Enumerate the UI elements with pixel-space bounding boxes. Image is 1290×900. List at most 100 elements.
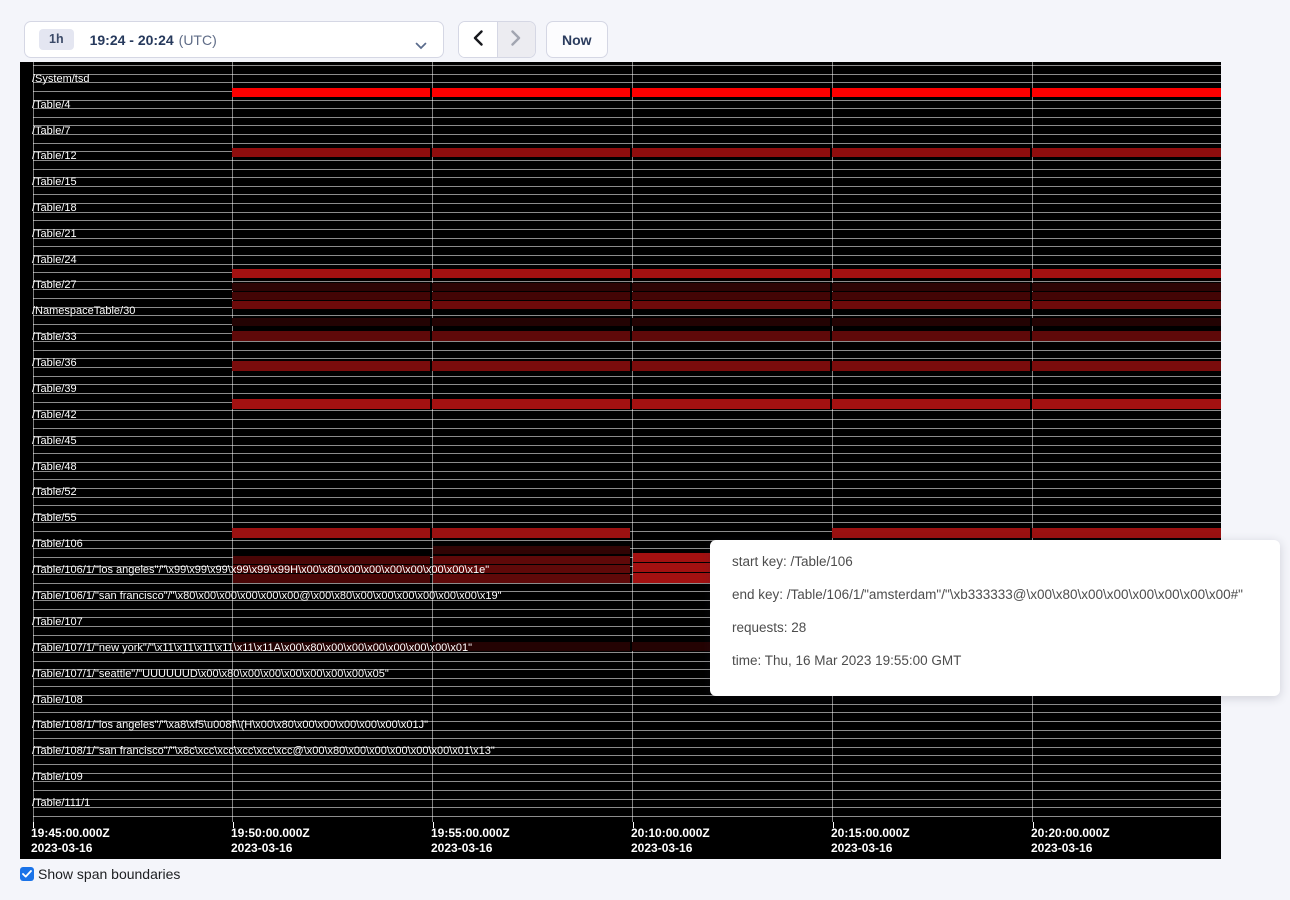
row-key-label: /NamespaceTable/30 [32, 305, 135, 317]
row-key-label: /Table/55 [32, 512, 77, 524]
chevron-right-icon [511, 30, 521, 49]
row-key-label: /Table/106/1/"los angeles"/"\x99\x99\x99… [32, 564, 489, 576]
heat-band [232, 283, 1221, 291]
row-key-label: /Table/108 [32, 694, 83, 706]
span-boundary-hline [33, 255, 1221, 256]
span-boundary-hline [33, 479, 1221, 480]
row-key-label: /Table/108/1/"san francisco"/"\x8c\xcc\x… [32, 745, 495, 757]
row-key-label: /Table/107/1/"seattle"/"UUUUUUD\x00\x80\… [32, 668, 389, 680]
span-boundary-hline [33, 264, 1221, 265]
row-key-label: /Table/48 [32, 461, 77, 473]
span-boundary-hline [33, 712, 1221, 713]
time-range-value: 19:24 - 20:24 [90, 32, 174, 48]
span-boundary-hline [33, 393, 1221, 394]
span-boundary-hline [33, 488, 1221, 489]
span-boundary-hline [33, 410, 1221, 411]
span-boundary-hline [33, 341, 1221, 342]
time-bucket-vline [1032, 62, 1033, 822]
heat-band [232, 301, 1221, 309]
time-range-timezone: (UTC) [179, 32, 217, 48]
row-key-label: /Table/109 [32, 771, 83, 783]
row-key-label: /Table/27 [32, 279, 77, 291]
span-boundary-hline [33, 246, 1221, 247]
check-icon [22, 870, 32, 878]
previous-time-window-button[interactable] [459, 22, 497, 57]
span-boundary-hline [33, 781, 1221, 782]
row-key-label: /Table/52 [32, 486, 77, 498]
span-boundary-hline [33, 117, 1221, 118]
row-key-label: /Table/7 [32, 125, 71, 137]
span-boundary-hline [33, 816, 1221, 817]
axis-tick-label: 20:20:00.000Z2023-03-16 [1031, 826, 1110, 856]
span-boundary-hline [33, 74, 1221, 75]
row-key-label: /Table/107/1/"new york"/"\x11\x11\x11\x1… [32, 642, 472, 654]
time-window-nav [458, 21, 536, 58]
tooltip-line: requests: 28 [732, 621, 1280, 635]
heat-band [832, 528, 1221, 538]
span-boundary-hline [33, 384, 1221, 385]
keyvis-canvas[interactable]: /System/tsd/Table/4/Table/7/Table/12/Tab… [20, 62, 1221, 859]
span-boundary-hline [33, 169, 1221, 170]
heat-band [232, 528, 630, 538]
heat-band [232, 269, 1221, 278]
heat-band [233, 556, 430, 564]
span-boundary-hline [33, 125, 1221, 126]
row-key-label: /Table/18 [32, 202, 77, 214]
show-span-boundaries-checkbox[interactable] [20, 867, 34, 881]
span-boundary-hline [33, 497, 1221, 498]
span-boundary-hline [33, 358, 1221, 359]
heat-band [232, 148, 1221, 157]
span-boundary-hline [33, 108, 1221, 109]
span-boundary-hline [33, 229, 1221, 230]
heat-band [433, 546, 630, 554]
span-boundary-hline [33, 471, 1221, 472]
time-bucket-vline [232, 62, 233, 822]
span-boundary-hline [33, 773, 1221, 774]
row-key-label: /Table/39 [32, 383, 77, 395]
show-span-boundaries-label: Show span boundaries [38, 866, 180, 882]
span-boundary-hline [33, 764, 1221, 765]
span-boundary-hline [33, 738, 1221, 739]
row-key-label: /Table/42 [32, 409, 77, 421]
span-boundary-hline [33, 704, 1221, 705]
row-key-label: /Table/106/1/"san francisco"/"\x80\x00\x… [32, 590, 502, 602]
axis-tick-label: 20:15:00.000Z2023-03-16 [831, 826, 910, 856]
axis-tick-label: 19:45:00.000Z2023-03-16 [31, 826, 110, 856]
time-axis: 19:45:00.000Z2023-03-16 19:50:00.000Z2023… [20, 822, 1221, 859]
row-key-label: /Table/111/1 [32, 797, 90, 809]
span-boundary-hline [33, 177, 1221, 178]
time-bucket-vline [432, 62, 433, 822]
row-key-label: /Table/4 [32, 99, 71, 111]
next-time-window-button[interactable] [497, 22, 535, 57]
span-boundary-hline [33, 807, 1221, 808]
row-key-label: /System/tsd [32, 73, 89, 85]
row-key-label: /Table/21 [32, 228, 77, 240]
span-boundary-hline [33, 212, 1221, 213]
span-boundary-hline [33, 238, 1221, 239]
heat-band [232, 292, 1221, 300]
heat-band [232, 88, 1221, 97]
row-key-label: /Table/107 [32, 616, 83, 628]
now-button[interactable]: Now [546, 21, 608, 58]
chevron-down-icon [415, 37, 427, 55]
heat-band [433, 556, 630, 564]
span-boundary-hline [33, 100, 1221, 101]
heat-band [232, 361, 1221, 371]
row-key-label: /Table/108/1/"los angeles"/"\xa8\xf5\u00… [32, 719, 428, 731]
span-boundary-hline [33, 82, 1221, 83]
time-bucket-vline [832, 62, 833, 822]
span-boundary-hline [33, 445, 1221, 446]
span-boundary-hline [33, 194, 1221, 195]
span-boundary-hline [33, 522, 1221, 523]
time-range-select[interactable]: 1h 19:24 - 20:24 (UTC) [24, 21, 444, 58]
footer-controls: Show span boundaries [20, 866, 180, 882]
span-boundary-hline [33, 453, 1221, 454]
span-boundary-hline [33, 799, 1221, 800]
axis-tick-label: 19:50:00.000Z2023-03-16 [231, 826, 310, 856]
span-boundary-hline [33, 790, 1221, 791]
row-key-label: /Table/36 [32, 357, 77, 369]
span-boundary-hline [33, 462, 1221, 463]
time-bucket-vline [632, 62, 633, 822]
axis-tick-label: 20:10:00.000Z2023-03-16 [631, 826, 710, 856]
span-boundary-hline [33, 186, 1221, 187]
